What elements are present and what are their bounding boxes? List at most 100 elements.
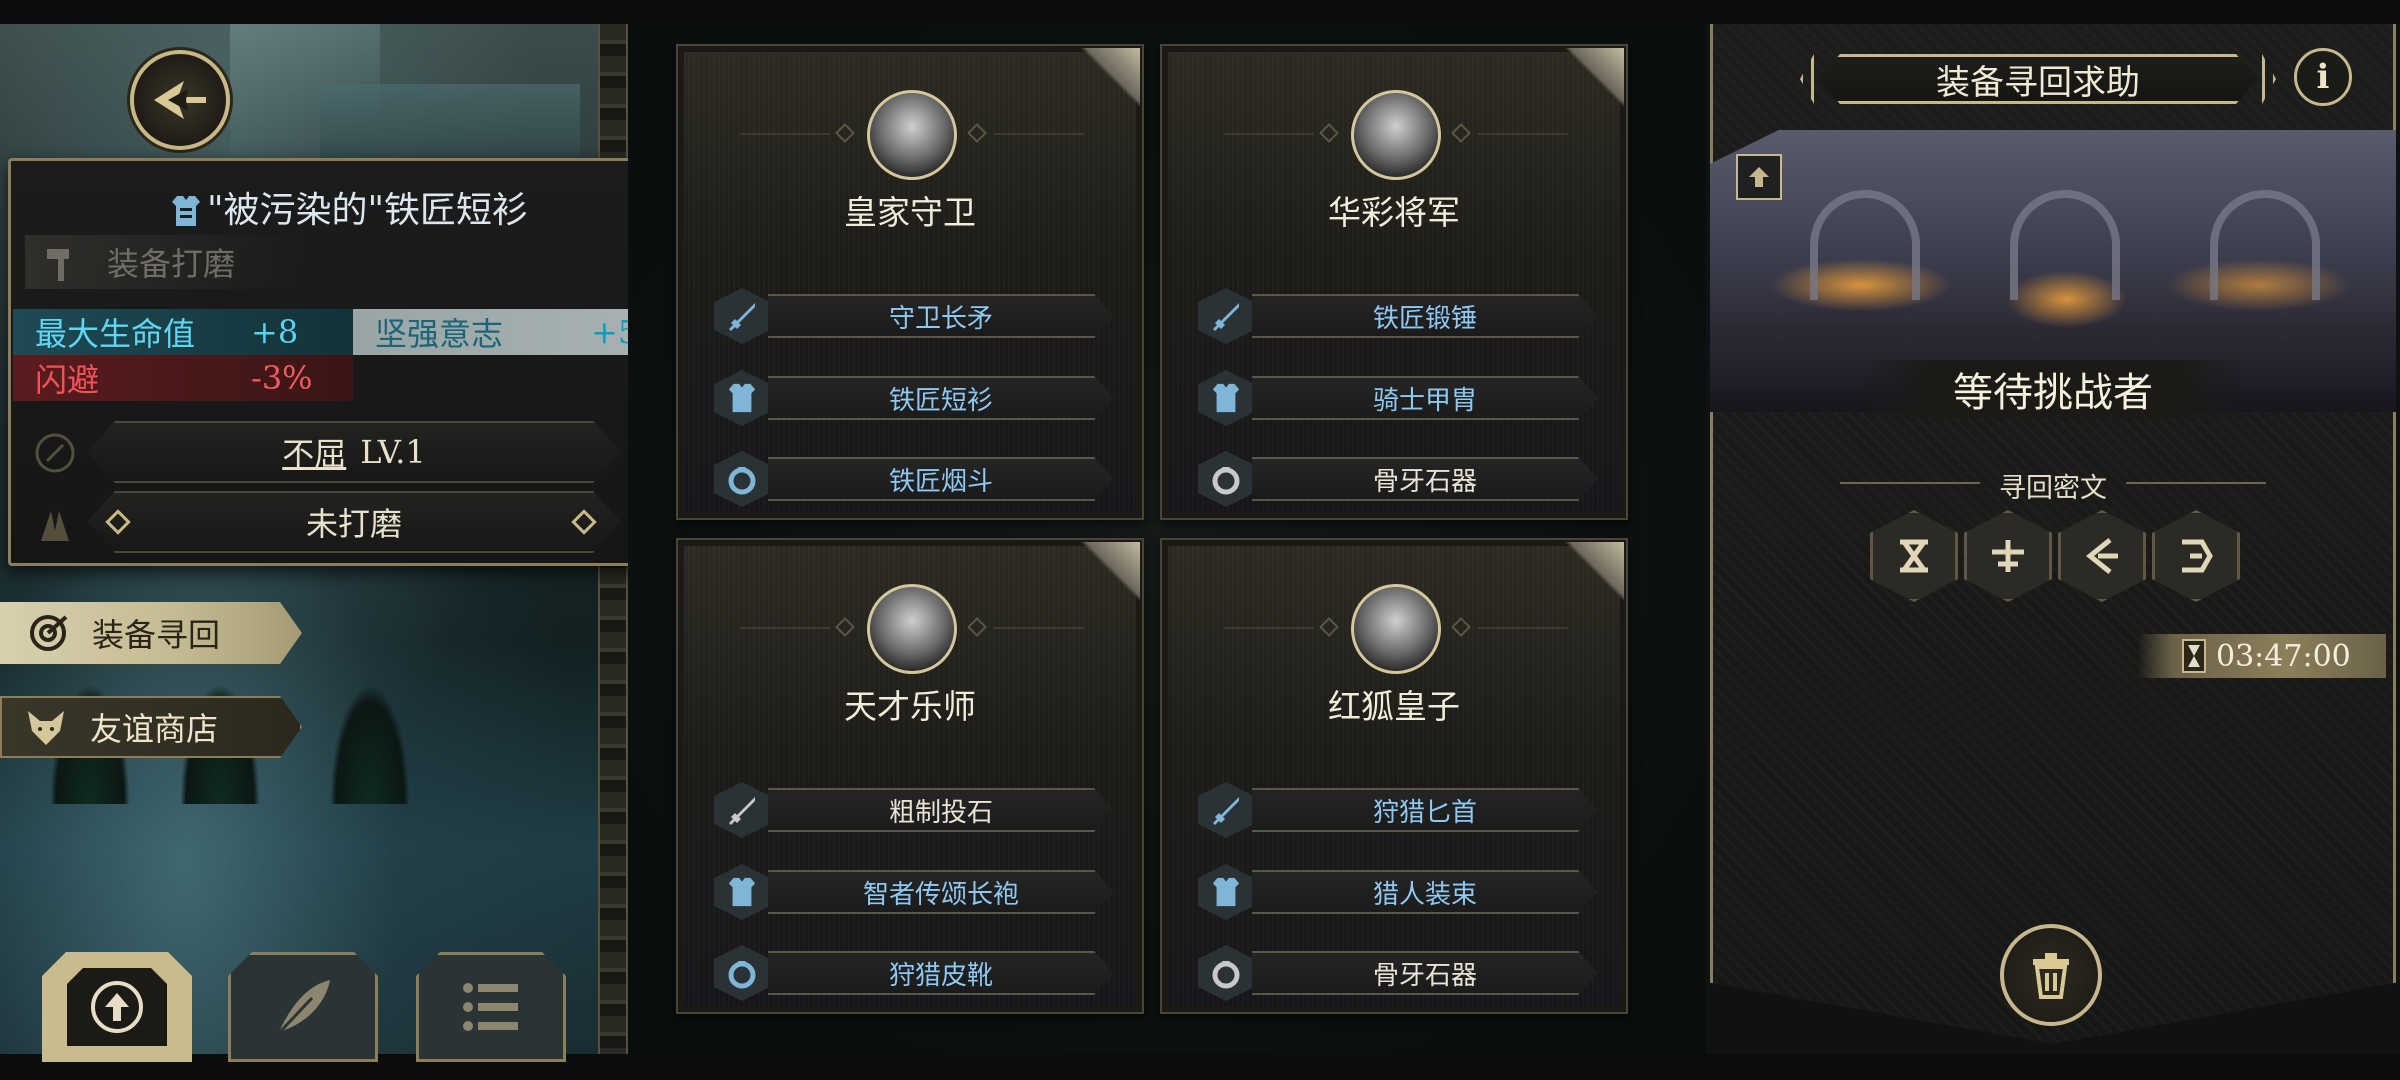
hands-icon: [41, 511, 69, 541]
upload-icon: [89, 979, 145, 1035]
character-portrait: [1351, 90, 1441, 180]
armor-icon: [171, 196, 200, 226]
character-portrait: [867, 584, 957, 674]
tab-upload[interactable]: [42, 952, 192, 1062]
character-portrait: [1351, 584, 1441, 674]
character-name: 红狐皇子: [1328, 687, 1460, 726]
slot-label: 铁匠烟斗: [768, 457, 1114, 501]
stat-value: -3%: [251, 359, 313, 397]
slot-label: 铁匠锻锤: [1252, 294, 1598, 338]
accessory-slot[interactable]: 骨牙石器: [1198, 945, 1598, 1001]
stat-max-hp: 最大生命值 +8: [13, 309, 353, 355]
back-arrow-icon: [154, 81, 206, 119]
fox-icon: [24, 705, 68, 749]
panel-title: 装备寻回求助: [1818, 54, 2258, 104]
armor-icon: [728, 383, 756, 413]
info-button[interactable]: i: [2294, 48, 2352, 106]
upload-badge: [1736, 154, 1782, 200]
countdown-timer: 03:47:00: [2138, 634, 2386, 678]
armor-slot[interactable]: 智者传颂长袍: [714, 864, 1114, 920]
trait-name[interactable]: 不屈: [282, 429, 346, 475]
target-icon: [26, 611, 70, 655]
character-card-musician[interactable]: 天才乐师 粗制投石 智者传颂长袍 狩猎皮靴: [676, 538, 1144, 1014]
ring-icon: [728, 467, 756, 495]
polish-row: 装备打磨: [25, 235, 305, 289]
info-icon: i: [2316, 57, 2330, 97]
character-name: 皇家守卫: [844, 193, 976, 232]
sword-icon: [1213, 303, 1239, 331]
ring-icon: [1212, 961, 1240, 989]
menu-label: 装备寻回: [92, 616, 221, 654]
trait-level: LV.1: [360, 433, 426, 471]
hourglass-icon: [2182, 639, 2206, 673]
accessory-slot[interactable]: 铁匠烟斗: [714, 451, 1114, 507]
weapon-slot[interactable]: 守卫长矛: [714, 288, 1114, 344]
slot-label: 骨牙石器: [1252, 457, 1598, 501]
slot-label: 狩猎皮靴: [768, 951, 1114, 995]
friendship-shop-button[interactable]: 友谊商店: [0, 696, 302, 758]
stat-label: 坚强意志: [375, 315, 504, 353]
cipher-title: 寻回密文: [1999, 473, 2107, 504]
item-detail-card: "被污染的"铁匠短衫 装备打磨 最大生命值 +8 坚强意志 +5% 闪避 -3%…: [8, 158, 691, 566]
character-card-royal-guard[interactable]: 皇家守卫 守卫长矛 铁匠短衫 铁匠烟斗: [676, 44, 1144, 520]
slot-label: 智者传颂长袍: [768, 870, 1114, 914]
slot-label: 猎人装束: [1252, 870, 1598, 914]
armor-slot[interactable]: 猎人装束: [1198, 864, 1598, 920]
panel-title-text: 装备寻回求助: [1936, 62, 2140, 103]
armor-slot[interactable]: 铁匠短衫: [714, 370, 1114, 426]
character-name: 华彩将军: [1328, 193, 1460, 232]
menu-label: 友谊商店: [90, 710, 219, 748]
list-icon: [456, 972, 526, 1042]
accessory-slot[interactable]: 骨牙石器: [1198, 451, 1598, 507]
weapon-slot[interactable]: 狩猎匕首: [1198, 782, 1598, 838]
polish-label: 装备打磨: [107, 245, 236, 283]
slot-label: 守卫长矛: [768, 294, 1114, 338]
tab-feather[interactable]: [228, 952, 378, 1062]
slot-label: 铁匠短衫: [768, 376, 1114, 420]
polish-status: 未打磨: [305, 505, 402, 543]
character-card-general[interactable]: 华彩将军 铁匠锻锤 骑士甲胄 骨牙石器: [1160, 44, 1628, 520]
armor-slot[interactable]: 骑士甲胄: [1198, 370, 1598, 426]
ring-icon: [1212, 467, 1240, 495]
trait-bar[interactable]: 不屈 LV.1: [87, 421, 621, 483]
armor-icon: [1212, 877, 1240, 907]
slot-label: 骑士甲胄: [1252, 376, 1598, 420]
slot-label: 狩猎匕首: [1252, 788, 1598, 832]
equipment-recovery-button[interactable]: 装备寻回: [0, 602, 302, 664]
character-card-fox-prince[interactable]: 红狐皇子 狩猎匕首 猎人装束 骨牙石器: [1160, 538, 1628, 1014]
polish-status-bar: 未打磨: [87, 491, 621, 553]
slot-label: 粗制投石: [768, 788, 1114, 832]
ring-icon: [728, 961, 756, 989]
rune-3-icon[interactable]: [2058, 510, 2146, 602]
recovery-help-panel: 装备寻回求助 i 等待挑战者 寻回密文 03:47:00: [1706, 24, 2400, 1054]
stat-label: 闪避: [35, 361, 100, 399]
sword-icon: [729, 303, 755, 331]
character-portrait: [867, 90, 957, 180]
tab-list[interactable]: [416, 952, 566, 1062]
sword-icon: [1213, 797, 1239, 825]
character-name: 天才乐师: [844, 687, 976, 726]
accessory-slot[interactable]: 狩猎皮靴: [714, 945, 1114, 1001]
status-label: 等待挑战者: [1866, 360, 2240, 418]
back-button[interactable]: [130, 50, 230, 150]
upload-arrow-icon: [1749, 167, 1769, 187]
status-text: 等待挑战者: [1953, 370, 2153, 416]
delete-button[interactable]: [2000, 924, 2102, 1026]
item-title: "被污染的"铁匠短衫: [11, 181, 688, 233]
timer-text: 03:47:00: [2216, 638, 2351, 674]
cipher-runes: [1870, 510, 2240, 602]
weapon-slot[interactable]: 粗制投石: [714, 782, 1114, 838]
feather-icon: [268, 972, 338, 1042]
rune-1-icon[interactable]: [1870, 510, 1958, 602]
sword-icon: [729, 797, 755, 825]
trait-icon: [35, 433, 75, 473]
hammer-icon: [47, 249, 69, 281]
trash-icon: [2033, 953, 2069, 999]
stat-label: 最大生命值: [35, 315, 196, 353]
rune-4-icon[interactable]: [2152, 510, 2240, 602]
armor-icon: [728, 877, 756, 907]
stat-dodge: 闪避 -3%: [13, 355, 353, 401]
weapon-slot[interactable]: 铁匠锻锤: [1198, 288, 1598, 344]
rune-2-icon[interactable]: [1964, 510, 2052, 602]
slot-label: 骨牙石器: [1252, 951, 1598, 995]
